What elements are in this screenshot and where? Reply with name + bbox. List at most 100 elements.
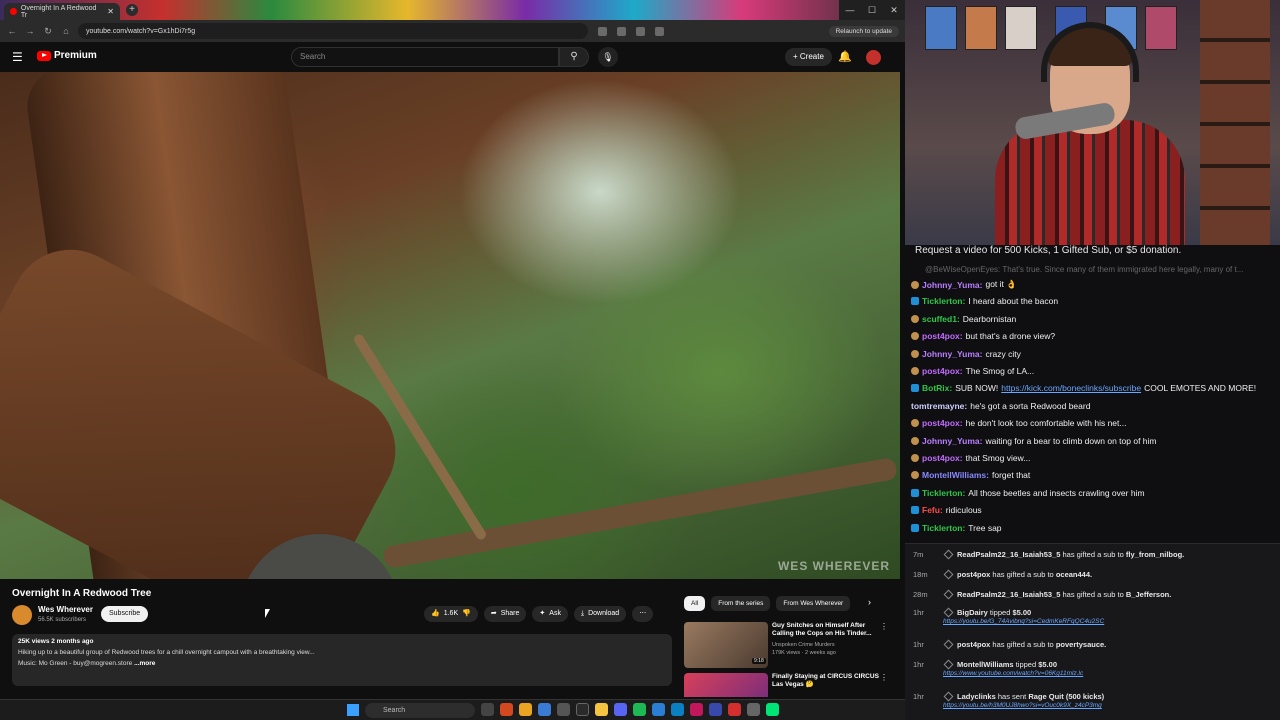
- video-player[interactable]: WES WHEREVER: [0, 72, 900, 579]
- app-icon[interactable]: [728, 703, 741, 716]
- notifications-bell-icon[interactable]: 🔔: [838, 50, 852, 63]
- app-icon[interactable]: [481, 703, 494, 716]
- recommendation-item[interactable]: 9:18 Guy Snitches on Himself After Calli…: [684, 622, 894, 670]
- extension-icon[interactable]: [655, 26, 664, 36]
- chip-all[interactable]: All: [684, 596, 706, 611]
- recommendation-item[interactable]: Finally Staying at CIRCUS CIRCUS Las Veg…: [684, 673, 894, 697]
- event-time: 1hr: [913, 640, 924, 649]
- description-box[interactable]: 25K views 2 months ago Hiking up to a be…: [12, 634, 672, 686]
- extension-icon[interactable]: [636, 26, 645, 36]
- thumbs-up-icon: 👍: [431, 610, 440, 617]
- download-button[interactable]: ⤓ Download: [573, 606, 627, 622]
- create-button[interactable]: + Create: [785, 48, 832, 66]
- like-button[interactable]: 👍 1.6K 👎: [424, 606, 478, 622]
- app-icon[interactable]: [557, 703, 570, 716]
- close-window-icon[interactable]: ✕: [883, 0, 905, 20]
- folder-icon[interactable]: [595, 703, 608, 716]
- event-user[interactable]: BigDairy: [957, 608, 988, 617]
- event-link[interactable]: https://youtu.be/h3M0UJ8hwo?si=vOuc0k9X_…: [943, 702, 1102, 709]
- event-link[interactable]: https://www.youtube.com/watch?v=06Kg11ml…: [943, 670, 1083, 677]
- chat-username[interactable]: tomtremayne:: [911, 401, 967, 411]
- chat-username[interactable]: BotRix:: [922, 383, 952, 393]
- event-user[interactable]: ReadPsalm22_16_Isaiah53_5: [957, 590, 1060, 599]
- app-icon[interactable]: [519, 703, 532, 716]
- app-icon[interactable]: [614, 703, 627, 716]
- chat-username[interactable]: post4pox:: [922, 418, 963, 428]
- chat-username[interactable]: Ticklerton:: [922, 296, 965, 306]
- search-input[interactable]: Search: [291, 47, 559, 67]
- chat-username[interactable]: Johnny_Yuma:: [922, 436, 982, 446]
- chat-username[interactable]: MontellWilliams:: [922, 470, 989, 480]
- event-user[interactable]: post4pox: [957, 570, 990, 579]
- app-icon[interactable]: [766, 703, 779, 716]
- chat-username[interactable]: post4pox:: [922, 331, 963, 341]
- app-icon[interactable]: [633, 703, 646, 716]
- app-icon[interactable]: [652, 703, 665, 716]
- event-user[interactable]: Ladyclinks: [957, 692, 996, 701]
- chat-username[interactable]: scuffed1:: [922, 314, 960, 324]
- taskbar-search[interactable]: Search: [365, 703, 475, 718]
- maximize-icon[interactable]: ☐: [861, 0, 883, 20]
- home-icon[interactable]: ⌂: [60, 26, 72, 36]
- close-tab-icon[interactable]: ✕: [107, 7, 114, 16]
- share-button[interactable]: ➦ Share: [483, 606, 527, 622]
- app-icon[interactable]: [690, 703, 703, 716]
- relaunch-button[interactable]: Relaunch to update: [828, 25, 899, 37]
- account-avatar[interactable]: [866, 50, 881, 65]
- chat-link[interactable]: https://kick.com/boneclinks/subscribe: [1001, 383, 1141, 393]
- chevron-right-icon[interactable]: ›: [868, 597, 871, 607]
- thumbs-down-icon[interactable]: 👎: [462, 606, 471, 622]
- app-icon[interactable]: [576, 703, 589, 716]
- youtube-logo[interactable]: Premium: [37, 50, 97, 61]
- browser-tab[interactable]: Overnight In A Redwood Tr ✕: [4, 3, 120, 20]
- description-more[interactable]: ...more: [134, 660, 155, 667]
- kebab-menu-icon[interactable]: ⋮: [880, 622, 888, 631]
- recommendation-title[interactable]: Finally Staying at CIRCUS CIRCUS Las Veg…: [772, 673, 880, 690]
- chat-message: Johnny_Yuma: got it 👌: [911, 279, 1017, 290]
- back-icon[interactable]: ←: [6, 26, 18, 36]
- event-user[interactable]: MontellWilliams: [957, 660, 1014, 669]
- brand-label: Premium: [54, 50, 97, 61]
- microphone-icon[interactable]: 🎙: [598, 47, 618, 67]
- extension-icon[interactable]: [617, 26, 626, 36]
- event-user[interactable]: post4pox: [957, 640, 990, 649]
- event-link[interactable]: https://youtu.be/G_74Avibnq?si=CedmKeRFq…: [943, 618, 1104, 625]
- download-icon: ⤓: [580, 610, 585, 617]
- chat-username[interactable]: Johnny_Yuma:: [922, 280, 982, 290]
- reload-icon[interactable]: ↻: [42, 26, 54, 37]
- app-icon[interactable]: [747, 703, 760, 716]
- subscribe-button[interactable]: Subscribe: [101, 606, 149, 622]
- chat-username[interactable]: Fefu:: [922, 505, 943, 515]
- channel-name[interactable]: Wes Wherever: [38, 605, 93, 614]
- chat-username[interactable]: Ticklerton:: [922, 488, 965, 498]
- chip-from-channel[interactable]: From Wes Wherever: [776, 596, 851, 611]
- app-icon[interactable]: [500, 703, 513, 716]
- kebab-menu-icon[interactable]: ⋮: [880, 673, 888, 682]
- chat-username[interactable]: post4pox:: [922, 453, 963, 463]
- event-body: BigDairy tipped $5.00: [957, 608, 1031, 617]
- chat-username[interactable]: Johnny_Yuma:: [922, 349, 982, 359]
- menu-icon[interactable]: ☰: [12, 50, 23, 64]
- streamer: [995, 20, 1185, 245]
- description-meta: 25K views 2 months ago: [18, 638, 94, 645]
- app-icon[interactable]: [538, 703, 551, 716]
- extension-icon[interactable]: [598, 26, 607, 36]
- forward-icon[interactable]: →: [24, 26, 36, 36]
- chat-username[interactable]: post4pox:: [922, 366, 963, 376]
- url-field[interactable]: youtube.com/watch?v=Gx1hDi7r5g: [78, 23, 588, 39]
- ask-button[interactable]: ✦ Ask: [532, 606, 568, 622]
- search-icon[interactable]: ⚲: [559, 47, 589, 67]
- app-icon[interactable]: [671, 703, 684, 716]
- recommendation-thumbnail[interactable]: [684, 673, 768, 697]
- new-tab-button[interactable]: +: [126, 4, 138, 16]
- event-user[interactable]: ReadPsalm22_16_Isaiah53_5: [957, 550, 1060, 559]
- recommendation-title[interactable]: Guy Snitches on Himself After Calling th…: [772, 622, 880, 639]
- minimize-icon[interactable]: —: [839, 0, 861, 20]
- chat-username[interactable]: Ticklerton:: [922, 523, 965, 533]
- recommendation-channel: Unspoken Crime Murders: [772, 642, 835, 648]
- chip-from-series[interactable]: From the series: [711, 596, 771, 611]
- channel-avatar[interactable]: [12, 605, 32, 625]
- app-icon[interactable]: [709, 703, 722, 716]
- more-actions-icon[interactable]: ⋯: [632, 606, 654, 622]
- windows-start-icon[interactable]: [347, 704, 359, 716]
